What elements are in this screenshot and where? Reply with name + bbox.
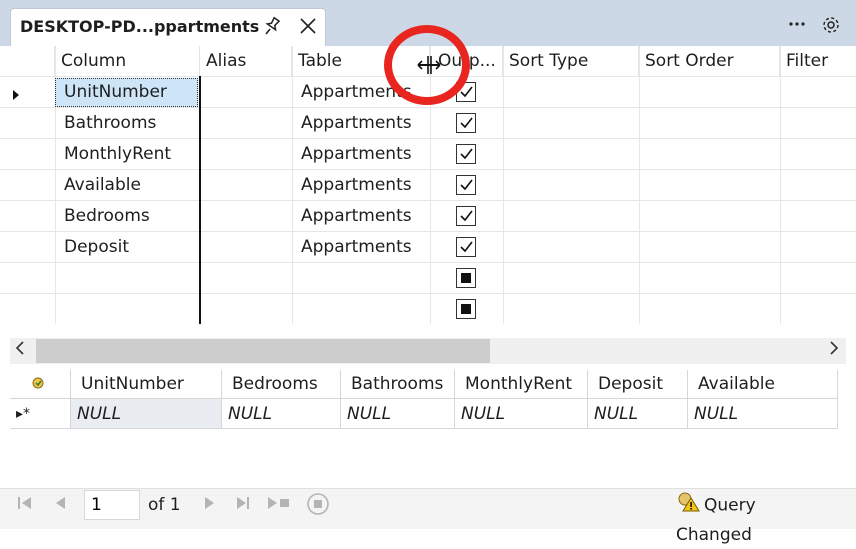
output-checkbox-indeterminate[interactable] xyxy=(456,299,476,319)
status-label: Query Changed xyxy=(676,490,836,545)
criteria-cell-column[interactable]: UnitNumber xyxy=(64,77,167,107)
annotation-circle xyxy=(384,25,470,105)
criteria-cell-table[interactable]: Appartments xyxy=(301,108,412,138)
tab-title: DESKTOP-PD...ppartments xyxy=(20,17,260,36)
query-icon xyxy=(32,377,44,389)
last-record-icon[interactable] xyxy=(234,494,252,516)
next-record-icon[interactable] xyxy=(200,494,218,516)
criteria-cell-column[interactable]: Bathrooms xyxy=(64,108,156,138)
new-row-marker: ▸* xyxy=(10,399,71,429)
document-tab[interactable]: DESKTOP-PD...ppartments xyxy=(10,8,326,46)
scroll-right-icon[interactable] xyxy=(828,340,840,361)
results-corner xyxy=(10,370,71,399)
criteria-cell-column[interactable]: Deposit xyxy=(64,232,129,262)
record-count-label: of 1 xyxy=(148,495,181,515)
first-record-icon[interactable] xyxy=(16,494,34,516)
column-header-filter[interactable]: Filter xyxy=(780,46,856,76)
criteria-cell-column[interactable]: MonthlyRent xyxy=(64,139,171,169)
result-cell[interactable]: NULL xyxy=(341,399,455,429)
new-record-icon[interactable] xyxy=(266,494,292,516)
result-header-unitnumber[interactable]: UnitNumber xyxy=(71,370,222,399)
output-checkbox[interactable] xyxy=(456,113,476,133)
results-grid: UnitNumber Bedrooms Bathrooms MonthlyRen… xyxy=(10,370,838,490)
result-header-bedrooms[interactable]: Bedrooms xyxy=(222,370,341,399)
scrollbar-thumb[interactable] xyxy=(36,339,490,363)
output-checkbox[interactable] xyxy=(456,175,476,195)
output-checkbox[interactable] xyxy=(456,237,476,257)
previous-record-icon[interactable] xyxy=(52,494,70,516)
result-cell[interactable]: NULL xyxy=(455,399,588,429)
output-checkbox[interactable] xyxy=(456,206,476,226)
result-header-deposit[interactable]: Deposit xyxy=(588,370,688,399)
more-options-icon[interactable] xyxy=(786,12,808,34)
criteria-cell-column[interactable]: Available xyxy=(64,170,141,200)
close-icon[interactable] xyxy=(297,15,319,37)
result-header-monthlyrent[interactable]: MonthlyRent xyxy=(455,370,588,399)
result-cell[interactable]: NULL xyxy=(588,399,688,429)
row-header-corner xyxy=(0,46,55,76)
result-header-available[interactable]: Available xyxy=(688,370,838,399)
result-cell[interactable]: NULL xyxy=(71,399,222,429)
gear-icon[interactable] xyxy=(820,14,842,36)
warning-icon xyxy=(676,490,700,521)
pin-icon[interactable] xyxy=(261,15,283,37)
scroll-left-icon[interactable] xyxy=(14,340,26,361)
criteria-cell-table[interactable]: Appartments xyxy=(301,139,412,169)
criteria-cell-table[interactable]: Appartments xyxy=(301,232,412,262)
output-checkbox-indeterminate[interactable] xyxy=(456,268,476,288)
column-header-alias[interactable]: Alias xyxy=(200,46,292,76)
column-header-sort-order[interactable]: Sort Order xyxy=(639,46,780,76)
current-row-arrow-icon xyxy=(12,86,20,105)
criteria-cell-column[interactable]: Bedrooms xyxy=(64,201,150,231)
result-cell[interactable]: NULL xyxy=(222,399,341,429)
result-header-bathrooms[interactable]: Bathrooms xyxy=(341,370,455,399)
record-number-input[interactable] xyxy=(84,490,140,520)
stop-icon[interactable] xyxy=(306,492,330,520)
result-cell[interactable]: NULL xyxy=(688,399,838,429)
criteria-cell-table[interactable]: Appartments xyxy=(301,201,412,231)
column-header-column[interactable]: Column xyxy=(55,46,200,76)
output-checkbox[interactable] xyxy=(456,144,476,164)
criteria-cell-table[interactable]: Appartments xyxy=(301,170,412,200)
column-header-sort-type[interactable]: Sort Type xyxy=(503,46,639,76)
